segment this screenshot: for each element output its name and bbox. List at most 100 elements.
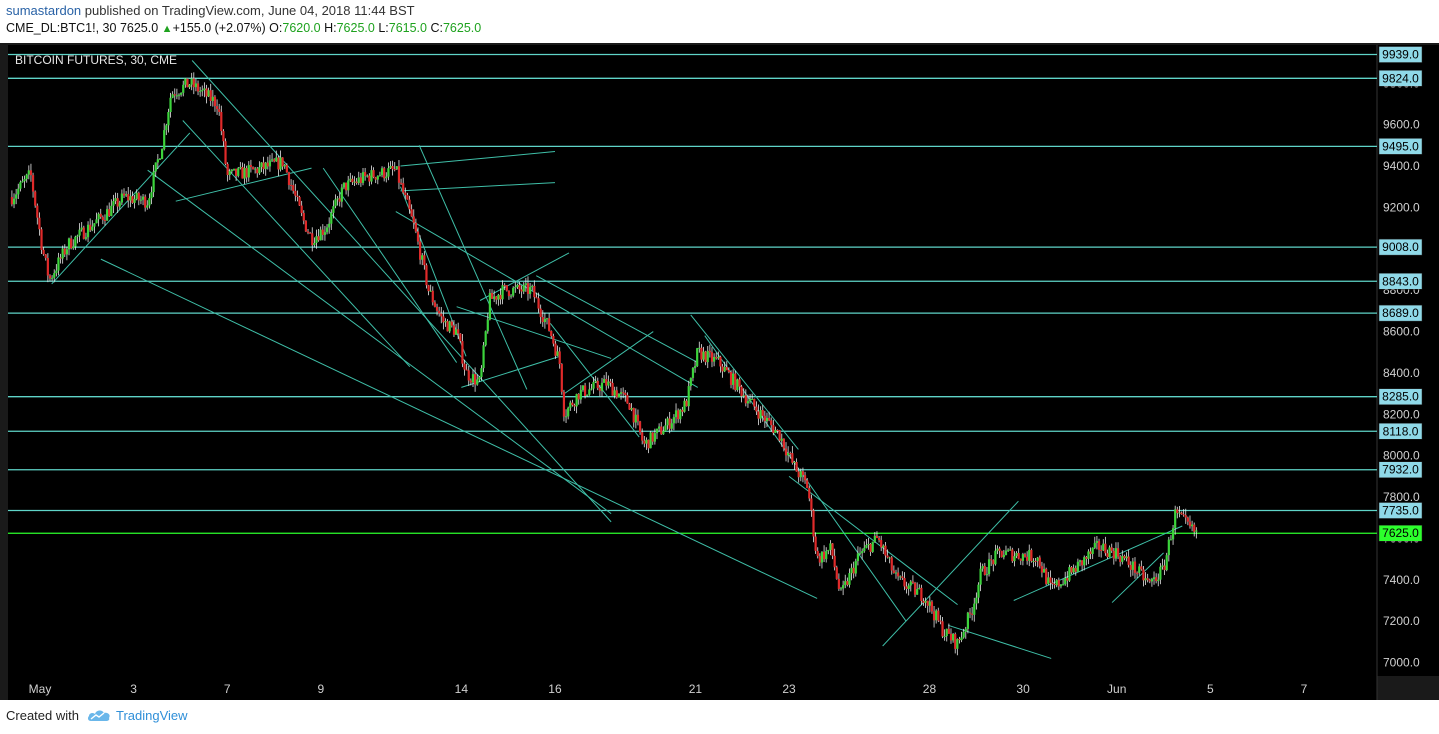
price-chart[interactable]: 7000.07200.07400.07600.07800.08000.08200… <box>0 43 1439 700</box>
low-value: 7615.0 <box>388 21 427 35</box>
candle-body <box>556 351 559 356</box>
candle-body <box>1023 554 1027 557</box>
high-label: H: <box>324 21 337 35</box>
candle-body <box>1146 578 1149 580</box>
plot-area[interactable] <box>8 45 1377 676</box>
candle-body <box>1102 543 1105 551</box>
level-price-label[interactable]: 8118.0 <box>1378 423 1423 440</box>
candle-body <box>732 373 735 385</box>
candle-body <box>935 610 938 621</box>
tradingview-logo[interactable]: TradingView <box>87 708 188 723</box>
candle-body <box>850 567 853 574</box>
candle-body <box>1061 584 1065 586</box>
candle-body <box>70 238 73 249</box>
candle-body <box>281 157 284 167</box>
close-label: C: <box>430 21 443 35</box>
candle-body <box>467 370 470 381</box>
candle-body <box>968 612 972 614</box>
candle-body <box>822 551 826 560</box>
candle-body <box>95 219 98 224</box>
candle-body <box>152 171 155 193</box>
level-price-label[interactable]: 9939.0 <box>1378 46 1423 63</box>
candle-body <box>34 191 37 206</box>
candle-body <box>177 94 181 96</box>
candle-body <box>971 613 974 615</box>
candle-body <box>461 341 464 364</box>
candle-body <box>717 356 720 359</box>
candle-body <box>962 631 965 638</box>
candle-body <box>114 198 117 202</box>
level-price-label[interactable]: 9495.0 <box>1378 138 1423 155</box>
candle-body <box>315 236 318 243</box>
candle-body <box>444 321 447 323</box>
time-tick-label: May <box>29 682 52 696</box>
level-price-label[interactable]: 8843.0 <box>1378 273 1423 290</box>
candle-body <box>325 227 329 233</box>
level-price-label[interactable]: 8689.0 <box>1378 304 1423 322</box>
candle-body <box>298 196 301 206</box>
candle-body <box>495 296 498 300</box>
candle-body <box>245 168 248 178</box>
candle-body <box>108 209 111 217</box>
candle-body <box>636 414 640 422</box>
candle-body <box>787 453 790 456</box>
candle-body <box>596 380 599 389</box>
candle-body <box>361 172 365 183</box>
candle-body <box>526 283 530 294</box>
candle-body <box>882 545 885 548</box>
candle-body <box>29 170 33 176</box>
candle-body <box>505 285 508 291</box>
candle-body <box>1059 584 1063 587</box>
candle-body <box>1144 578 1147 581</box>
candle-body <box>742 395 745 397</box>
candle-body <box>837 578 840 589</box>
level-price-label[interactable]: 7735.0 <box>1378 502 1423 519</box>
candle-body <box>459 333 462 342</box>
candle-body <box>1021 554 1024 561</box>
level-price-label[interactable]: 7625.0 <box>1378 524 1423 542</box>
candle-body <box>488 292 492 320</box>
candle-body <box>497 294 500 300</box>
author-link[interactable]: sumastardon <box>6 3 81 18</box>
candle-body <box>209 90 212 101</box>
candle-body <box>478 377 481 380</box>
price-tick-label: 8400.0 <box>1383 366 1420 380</box>
candle-body <box>514 287 517 289</box>
candle-body <box>211 96 214 101</box>
candle-body <box>484 331 487 346</box>
candle-body <box>101 216 104 220</box>
candle-body <box>1163 565 1166 571</box>
candle-body <box>581 385 585 391</box>
candle-body <box>1193 524 1196 532</box>
level-price-label[interactable]: 9824.0 <box>1378 70 1423 87</box>
candle-body <box>1009 549 1012 551</box>
candle-body <box>391 166 394 170</box>
candle-body <box>1004 550 1008 555</box>
candle-body <box>359 177 362 183</box>
candle-body <box>776 429 779 431</box>
candle-body <box>846 581 849 585</box>
level-price-label[interactable]: 9008.0 <box>1378 238 1423 256</box>
candle-body <box>452 325 456 335</box>
candle-body <box>611 382 614 396</box>
symbol-interval: CME_DL:BTC1!, 30 <box>6 21 117 35</box>
candle-body <box>803 475 807 481</box>
candle-body <box>981 566 984 569</box>
candle-body <box>677 410 680 420</box>
price-tick-label: 8000.0 <box>1383 449 1420 463</box>
level-price-label[interactable]: 7932.0 <box>1378 461 1423 478</box>
candle-body <box>21 181 24 183</box>
candle-body <box>725 367 728 371</box>
candle-body <box>825 551 828 560</box>
candle-body <box>668 418 671 429</box>
candle-body <box>943 636 946 638</box>
level-price-label[interactable]: 8285.0 <box>1378 388 1423 405</box>
candle-body <box>213 96 217 107</box>
candle-body <box>869 543 872 552</box>
candle-body <box>700 347 703 360</box>
candle-body <box>306 231 310 233</box>
candle-body <box>57 257 60 271</box>
candle-body <box>649 432 652 449</box>
candle-body <box>171 94 174 98</box>
candle-body <box>414 222 417 232</box>
